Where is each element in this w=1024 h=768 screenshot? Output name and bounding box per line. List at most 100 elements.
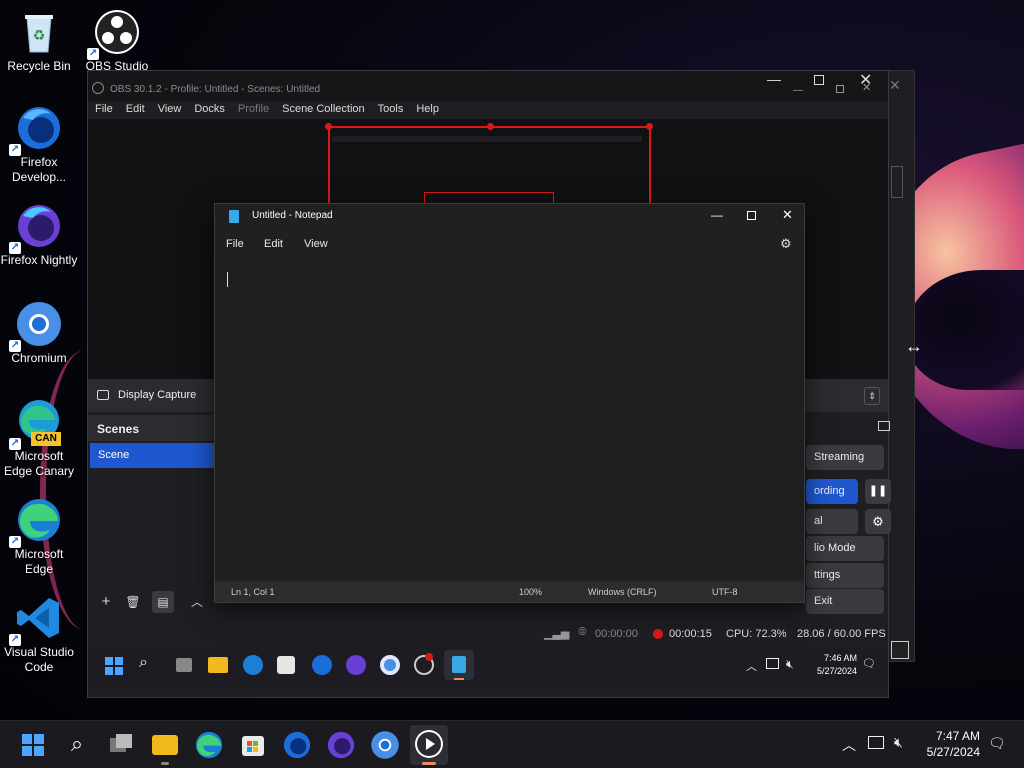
chevron-up-icon[interactable]: ︿	[842, 735, 856, 755]
menu-file[interactable]: File	[226, 238, 244, 250]
close-icon[interactable]: ✕	[862, 81, 871, 94]
start-streaming-button[interactable]: Streaming	[806, 445, 884, 470]
desktop-icon-firefox-developer[interactable]: ↗ Firefox Develop...	[0, 104, 78, 185]
notepad-text-area[interactable]	[215, 260, 804, 580]
menu-edit[interactable]: Edit	[264, 238, 283, 250]
captured-taskbar: ⌕ ︿ 🔇︎ 7:46 AM 5/27/2024 🗨︎	[88, 647, 888, 683]
store-icon	[277, 656, 295, 674]
obs-app-icon	[92, 82, 104, 94]
windows-taskbar: ⌕ ︿ 🔇︎ 7:47 AM 5/27/2024 🗨︎	[0, 720, 1024, 768]
clock-date: 5/27/2024	[926, 745, 980, 759]
obs-taskbar-button[interactable]	[410, 725, 448, 765]
edge-icon[interactable]	[194, 730, 224, 760]
display-capture-icon	[97, 390, 109, 400]
resize-handle[interactable]	[646, 123, 653, 130]
minimize-icon[interactable]: —	[793, 85, 803, 96]
scene-label: Scene	[98, 449, 130, 461]
chevron-up-icon: ︿	[746, 661, 757, 673]
desktop-icon-obs[interactable]: ↗ OBS Studio	[78, 8, 156, 74]
encoding: UTF-8	[712, 587, 738, 597]
vscode-icon: ↗	[9, 594, 63, 646]
desktop-icon-recycle-bin[interactable]: ♻ Recycle Bin	[0, 8, 78, 74]
firefox-developer-icon[interactable]	[282, 730, 312, 760]
menu-view[interactable]: View	[304, 238, 328, 250]
display-icon	[766, 658, 779, 669]
resize-horizontal-cursor-icon: ↔	[905, 336, 923, 356]
pause-icon[interactable]: ❚❚	[865, 479, 891, 504]
studio-mode-button[interactable]: lio Mode	[806, 536, 884, 561]
taskbar-clock[interactable]: 7:47 AM 5/27/2024	[927, 728, 980, 760]
store-icon[interactable]	[238, 730, 268, 760]
desktop-icon-edge[interactable]: ↗ Microsoft Edge	[0, 496, 78, 577]
file-explorer-icon	[208, 657, 228, 673]
desktop-icon-label: Recycle Bin	[7, 59, 71, 73]
search-icon[interactable]: ⌕	[62, 730, 92, 760]
zoom-level: 100%	[519, 587, 543, 597]
notepad-statusbar: Ln 1, Col 1 100% Windows (CRLF) UTF-8	[215, 582, 804, 602]
properties-icon[interactable]: ▤	[152, 591, 174, 613]
chromium-icon	[380, 655, 400, 675]
close-icon[interactable]: ✕	[782, 207, 793, 223]
menu-profile[interactable]: Profile	[238, 103, 269, 115]
minimize-icon[interactable]: —	[767, 71, 781, 87]
record-time: 00:00:15	[669, 628, 712, 640]
virtual-camera-button[interactable]: al Camera	[806, 509, 858, 534]
gear-icon[interactable]: ⚙	[780, 236, 792, 252]
record-badge-icon	[425, 653, 433, 661]
task-view-icon[interactable]	[106, 730, 136, 760]
shortcut-arrow-icon: ↗	[9, 144, 21, 156]
chromium-icon: ↗	[9, 300, 63, 352]
maximize-icon[interactable]	[814, 75, 824, 85]
stream-time: 00:00:00	[595, 628, 638, 640]
menu-file[interactable]: File	[95, 103, 113, 115]
windows-start-icon	[105, 657, 123, 675]
desktop-icon-vscode[interactable]: ↗ Visual Studio Code	[0, 594, 78, 675]
obs-menubar: File Edit View Docks Profile Scene Colle…	[88, 101, 888, 119]
desktop-icon-chromium[interactable]: ↗ Chromium	[0, 300, 78, 366]
display-icon[interactable]	[868, 736, 884, 749]
chromium-icon[interactable]	[370, 730, 400, 760]
windows-start-icon[interactable]	[18, 730, 48, 760]
recycle-bin-icon: ♻	[15, 8, 63, 56]
stop-recording-button[interactable]: ording	[806, 479, 858, 504]
resize-handle[interactable]	[487, 123, 494, 130]
close-icon[interactable]: ✕	[889, 77, 901, 94]
minimize-icon[interactable]: —	[711, 208, 723, 222]
menu-view[interactable]: View	[158, 103, 182, 115]
obs-icon	[415, 730, 443, 758]
scene-list-item[interactable]: Scene	[90, 443, 214, 468]
menu-tools[interactable]: Tools	[378, 103, 404, 115]
maximize-icon[interactable]	[747, 211, 756, 220]
edge-canary-icon: ↗ CAN	[9, 398, 63, 450]
undock-icon[interactable]	[878, 421, 890, 431]
corner-display-icon[interactable]	[891, 641, 909, 659]
line-ending: Windows (CRLF)	[588, 587, 657, 597]
chevron-up-icon[interactable]: ︿	[186, 591, 208, 613]
desktop-icon-firefox-nightly[interactable]: ↗ Firefox Nightly	[0, 202, 78, 268]
gear-icon[interactable]: ⚙	[865, 509, 891, 534]
menu-docks[interactable]: Docks	[194, 103, 225, 115]
menu-edit[interactable]: Edit	[126, 103, 145, 115]
resize-handle[interactable]	[325, 123, 332, 130]
notepad-titlebar: Untitled - Notepad — ✕	[215, 204, 804, 230]
volume-muted-icon[interactable]: 🔇︎	[894, 734, 903, 751]
source-label: Display Capture	[118, 389, 197, 401]
notification-icon[interactable]: 🗨︎	[988, 735, 1006, 752]
settings-button[interactable]: ttings	[806, 563, 884, 588]
notepad-taskbar-button	[444, 650, 474, 680]
add-icon[interactable]: +	[95, 591, 117, 613]
firefox-nightly-icon	[346, 655, 366, 675]
chevron-up-down-icon[interactable]: ⇕	[864, 387, 880, 405]
menu-scene-collection[interactable]: Scene Collection	[282, 103, 365, 115]
desktop-icon-label: Firefox Develop...	[11, 155, 67, 184]
edge-icon: ↗	[9, 496, 63, 548]
desktop-icon-edge-canary[interactable]: ↗ CAN Microsoft Edge Canary	[0, 398, 78, 479]
file-explorer-icon[interactable]	[150, 730, 180, 765]
trash-icon[interactable]: 🗑	[122, 591, 144, 613]
menu-help[interactable]: Help	[416, 103, 439, 115]
obs-window-title: OBS 30.1.2 - Profile: Untitled - Scenes:…	[110, 84, 321, 95]
restore-icon[interactable]	[836, 85, 844, 93]
desktop-icon-label: Microsoft Edge Canary	[3, 449, 75, 478]
captured-clock: 7:46 AM 5/27/2024	[809, 652, 857, 678]
firefox-nightly-icon[interactable]	[326, 730, 356, 760]
